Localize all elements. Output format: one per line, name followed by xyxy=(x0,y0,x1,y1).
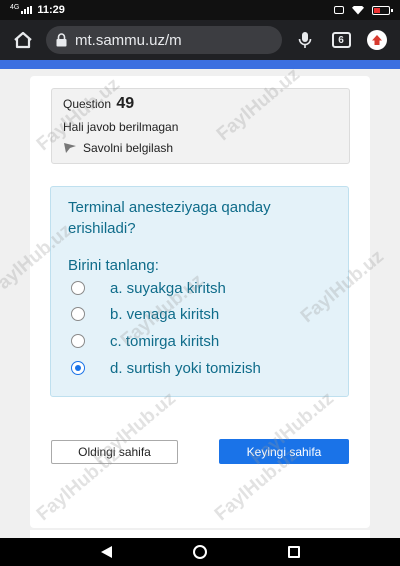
profile-menu-button[interactable] xyxy=(364,27,390,53)
answer-option-d[interactable]: d. surtish yoki tomizish xyxy=(71,357,261,379)
answer-option-a[interactable]: a. suyakga kiritsh xyxy=(71,277,226,299)
signal-icon xyxy=(21,6,33,14)
flag-icon xyxy=(64,143,76,153)
answer-label-c: c. tomirga kiritsh xyxy=(110,332,220,350)
home-icon xyxy=(14,31,32,49)
voice-search-button[interactable] xyxy=(292,27,318,53)
battery-icon xyxy=(372,5,393,15)
site-header-strip xyxy=(0,60,400,69)
question-info: Question 49 Hali javob berilmagan Savoln… xyxy=(51,88,350,164)
flag-question-link[interactable]: Savolni belgilash xyxy=(63,141,173,155)
clock: 11:29 xyxy=(37,4,65,16)
answer-label-a: a. suyakga kiritsh xyxy=(110,279,226,297)
wifi-icon xyxy=(352,5,364,15)
address-bar[interactable]: mt.sammu.uz/m xyxy=(46,26,282,54)
radio-a[interactable] xyxy=(71,281,85,295)
recent-apps-icon[interactable] xyxy=(287,546,300,558)
question-text: Terminal anesteziyaga qanday erishiladi? xyxy=(68,199,271,237)
question-state: Hali javob berilmagan xyxy=(63,120,179,134)
answer-label-b: b. venaga kiritsh xyxy=(110,305,220,323)
status-bar: 4G 11:29 xyxy=(0,0,400,20)
browser-toolbar: mt.sammu.uz/m 6 xyxy=(0,20,400,60)
mic-icon xyxy=(298,32,312,48)
profile-avatar-icon xyxy=(367,30,387,50)
home-circle-icon[interactable] xyxy=(192,545,207,559)
url-text: mt.sammu.uz/m xyxy=(75,31,182,49)
tab-count: 6 xyxy=(331,32,351,48)
answer-label-d: d. surtish yoki tomizish xyxy=(110,359,261,377)
question-header: Question 49 xyxy=(63,95,134,113)
tab-switcher-button[interactable]: 6 xyxy=(328,27,354,53)
lock-icon xyxy=(56,33,67,47)
radio-c[interactable] xyxy=(71,334,85,348)
question-number: 49 xyxy=(116,95,135,112)
network-type: 4G xyxy=(10,3,20,11)
answer-option-b[interactable]: b. venaga kiritsh xyxy=(71,303,219,325)
home-button[interactable] xyxy=(10,27,36,53)
back-icon[interactable] xyxy=(100,546,112,558)
system-navigation-bar xyxy=(0,538,400,566)
answer-option-c[interactable]: c. tomirga kiritsh xyxy=(71,330,219,352)
vibrate-icon xyxy=(334,6,344,14)
question-label: Question xyxy=(63,97,112,111)
question-formulation: Terminal anesteziyaga qanday erishiladi?… xyxy=(50,186,349,397)
radio-b[interactable] xyxy=(71,307,85,321)
answer-prompt: Birini tanlang: xyxy=(68,257,159,274)
previous-page-button[interactable]: Oldingi sahifa xyxy=(51,440,178,464)
flag-label: Savolni belgilash xyxy=(83,141,174,155)
next-card-edge xyxy=(30,530,370,538)
next-page-button[interactable]: Keyingi sahifa xyxy=(219,439,349,464)
radio-d[interactable] xyxy=(71,361,85,375)
